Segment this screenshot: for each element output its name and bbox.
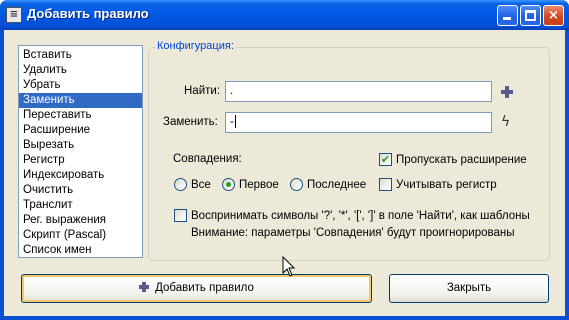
lightning-icon[interactable]: ϟ — [501, 115, 510, 129]
radio-all-label[interactable]: Все — [191, 179, 211, 191]
add-rule-label: Добавить правило — [155, 282, 254, 294]
mouse-pointer-icon — [282, 256, 296, 277]
app-icon: ≡ — [6, 7, 22, 23]
case-sensitive-label[interactable]: Учитывать регистр — [396, 179, 497, 191]
add-rule-button[interactable]: Добавить правило — [21, 274, 372, 303]
wildcards-label[interactable]: Воспринимать символы '?', '*', '[', ']' … — [191, 210, 530, 222]
list-item[interactable]: Расширение — [19, 123, 142, 138]
minimize-icon — [503, 17, 511, 20]
replace-label: Заменить: — [163, 116, 218, 128]
text-caret — [234, 115, 236, 129]
list-item[interactable]: Удалить — [19, 63, 142, 78]
maximize-icon — [525, 10, 536, 21]
radio-first-label[interactable]: Первое — [239, 179, 279, 191]
radio-last-label[interactable]: Последнее — [307, 179, 366, 191]
rules-list[interactable]: Вставить Удалить Убрать Заменить Переставить… — [18, 45, 143, 258]
list-item[interactable]: Транслит — [19, 198, 142, 213]
plus-icon — [139, 281, 150, 292]
matches-label: Совпадения: — [173, 153, 242, 165]
close-icon: × — [548, 8, 559, 23]
list-item[interactable]: Список имен — [19, 243, 142, 258]
window-title: Добавить правило — [27, 6, 149, 21]
list-item[interactable]: Индексировать — [19, 168, 142, 183]
list-item[interactable]: Переставить — [19, 108, 142, 123]
config-legend: Конфигурация: — [155, 40, 236, 52]
close-button[interactable]: Закрыть — [389, 274, 549, 303]
find-input[interactable]: . — [225, 81, 492, 102]
skip-extension-checkbox[interactable]: ✔ — [379, 153, 392, 166]
list-item[interactable]: Скрипт (Pascal) — [19, 228, 142, 243]
list-item[interactable]: Заменить — [19, 93, 142, 108]
list-item[interactable]: Убрать — [19, 78, 142, 93]
add-icon[interactable] — [501, 86, 513, 98]
list-item[interactable]: Регистр — [19, 153, 142, 168]
radio-first[interactable] — [222, 178, 235, 191]
list-item[interactable]: Рег. выражения — [19, 213, 142, 228]
replace-input[interactable]: - — [225, 112, 492, 133]
case-sensitive-checkbox[interactable] — [379, 178, 392, 191]
list-item[interactable]: Очистить — [19, 183, 142, 198]
find-label: Найти: — [184, 85, 221, 97]
dialog-window: ≡ Добавить правило × Вставить Удалить Убра… — [0, 0, 569, 320]
close-label: Закрыть — [446, 282, 492, 294]
close-window-button[interactable]: × — [543, 5, 564, 26]
radio-all[interactable] — [174, 178, 187, 191]
wildcards-checkbox[interactable] — [174, 209, 187, 222]
list-item[interactable]: Вставить — [19, 48, 142, 63]
title-bar[interactable]: ≡ Добавить правило × — [0, 0, 569, 30]
minimize-button[interactable] — [497, 5, 518, 26]
list-item[interactable]: Вырезать — [19, 138, 142, 153]
matches-warning-note: Внимание: параметры 'Совпадения' будут п… — [191, 227, 515, 239]
maximize-button[interactable] — [520, 5, 541, 26]
radio-last[interactable] — [290, 178, 303, 191]
find-input-value: . — [230, 85, 234, 97]
skip-extension-label[interactable]: Пропускать расширение — [396, 154, 527, 166]
replace-input-value: - — [230, 116, 234, 128]
